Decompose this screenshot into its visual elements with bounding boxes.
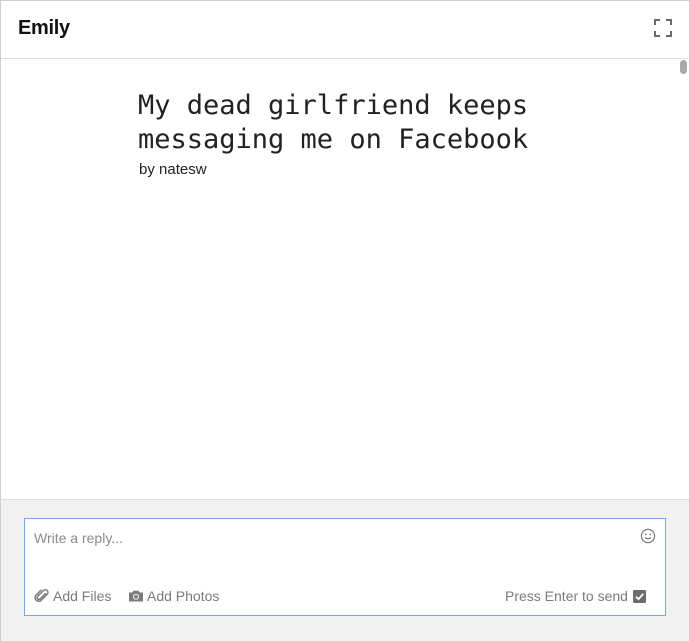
chat-header: Emily (1, 1, 689, 59)
message-area: My dead girlfriend keeps messaging me on… (1, 59, 689, 499)
reply-box: Add Files Add Photos Press Enter to send (24, 518, 666, 616)
chat-window: Emily My dead girlfriend keeps messaging… (0, 0, 690, 641)
add-photos-button[interactable]: Add Photos (128, 587, 219, 605)
paperclip-icon (34, 588, 50, 604)
scrollbar-thumb[interactable] (680, 60, 687, 74)
emoji-button[interactable] (640, 528, 656, 544)
scrollbar[interactable] (679, 59, 689, 499)
chat-title: Emily (18, 17, 70, 39)
reply-input[interactable] (34, 528, 624, 548)
camera-icon (128, 588, 144, 604)
story-title: My dead girlfriend keeps messaging me on… (138, 90, 529, 155)
composer-footer: Add Files Add Photos Press Enter to send (1, 499, 689, 641)
smiley-icon (640, 528, 656, 544)
press-enter-toggle[interactable]: Press Enter to send (505, 587, 646, 605)
fullscreen-icon (654, 19, 672, 37)
add-files-label: Add Files (53, 588, 112, 604)
add-files-button[interactable]: Add Files (34, 587, 111, 605)
expand-button[interactable] (653, 18, 673, 38)
add-photos-label: Add Photos (147, 588, 220, 604)
press-enter-label: Press Enter to send (505, 588, 628, 604)
story-byline: by natesw (139, 161, 207, 178)
checkbox-checked-icon[interactable] (632, 589, 646, 603)
